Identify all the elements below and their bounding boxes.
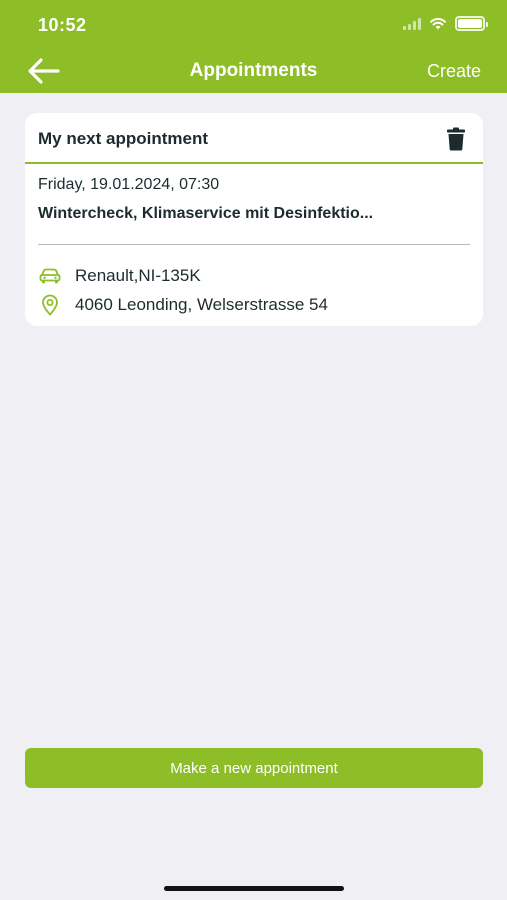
status-time: 10:52 (38, 15, 87, 35)
location-row: 4060 Leonding, Welserstrasse 54 (38, 294, 328, 316)
location-text: 4060 Leonding, Welserstrasse 54 (75, 295, 328, 314)
car-icon (39, 268, 61, 284)
signal-icon (403, 17, 421, 30)
status-icons (403, 16, 488, 31)
vehicle-text: Renault,NI-135K (75, 266, 201, 285)
appointment-service: Wintercheck, Klimaservice mit Desinfekti… (38, 205, 374, 222)
make-new-appointment-button[interactable]: Make a new appointment (25, 748, 483, 788)
app-header: 10:52 Appointments Create (0, 0, 507, 93)
battery-icon (455, 16, 488, 31)
wifi-icon (430, 17, 446, 30)
card-title: My next appointment (38, 129, 209, 148)
create-button[interactable]: Create (427, 61, 481, 82)
vehicle-row: Renault,NI-135K (38, 265, 201, 287)
card-header: My next appointment (25, 113, 483, 164)
next-appointment-card[interactable]: My next appointment Friday, 19.01.2024, … (25, 113, 483, 326)
appointment-date: Friday, 19.01.2024, 07:30 (38, 176, 220, 193)
divider (38, 244, 470, 245)
delete-appointment-button[interactable] (445, 127, 467, 151)
location-pin-icon (42, 294, 58, 316)
trash-icon (447, 127, 465, 151)
home-indicator (164, 886, 344, 891)
